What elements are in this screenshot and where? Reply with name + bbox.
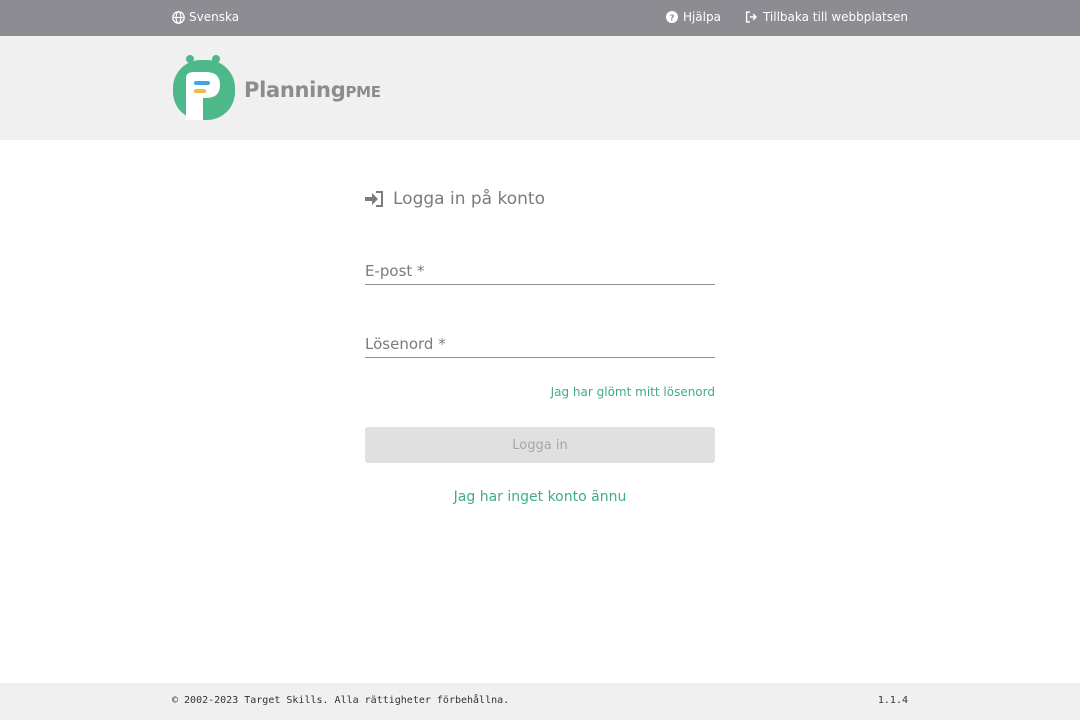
forgot-password-link[interactable]: Jag har glömt mitt lösenord	[551, 385, 715, 399]
brand-suffix: PME	[345, 83, 381, 101]
globe-icon	[172, 10, 185, 24]
version-text: 1.1.4	[877, 695, 908, 706]
email-field-wrapper	[365, 249, 715, 285]
login-form: Logga in på konto Jag har glömt mitt lös…	[365, 186, 715, 505]
password-field-wrapper	[365, 322, 715, 358]
header: PlanningPME	[0, 36, 1080, 140]
login-title: Logga in på konto	[365, 186, 715, 212]
sign-out-icon	[745, 11, 757, 23]
copyright-text: © 2002-2023 Target Skills. Alla rättighe…	[172, 695, 510, 706]
no-account-link[interactable]: Jag har inget konto ännu	[365, 489, 715, 505]
password-field[interactable]	[365, 322, 715, 357]
top-bar: Svenska ? Hjälpa Tillbaka till webbplats…	[0, 0, 1080, 36]
sign-in-icon	[365, 191, 383, 207]
brand-name: PlanningPME	[244, 78, 381, 102]
planningpme-logo-icon	[173, 55, 235, 120]
login-title-text: Logga in på konto	[393, 189, 545, 209]
footer: © 2002-2023 Target Skills. Alla rättighe…	[0, 683, 1080, 720]
help-link[interactable]: ? Hjälpa	[665, 10, 721, 24]
question-circle-icon: ?	[665, 11, 678, 23]
svg-text:?: ?	[670, 12, 675, 22]
back-to-site-link[interactable]: Tillbaka till webbplatsen	[745, 10, 908, 24]
language-label: Svenska	[189, 10, 240, 24]
brand-main: Planning	[244, 78, 346, 102]
help-label: Hjälpa	[682, 10, 721, 24]
email-field[interactable]	[365, 249, 715, 284]
back-to-site-label: Tillbaka till webbplatsen	[762, 10, 908, 24]
login-button[interactable]: Logga in	[365, 427, 715, 463]
logo[interactable]: PlanningPME	[172, 54, 381, 122]
language-selector[interactable]: Svenska	[172, 10, 239, 24]
